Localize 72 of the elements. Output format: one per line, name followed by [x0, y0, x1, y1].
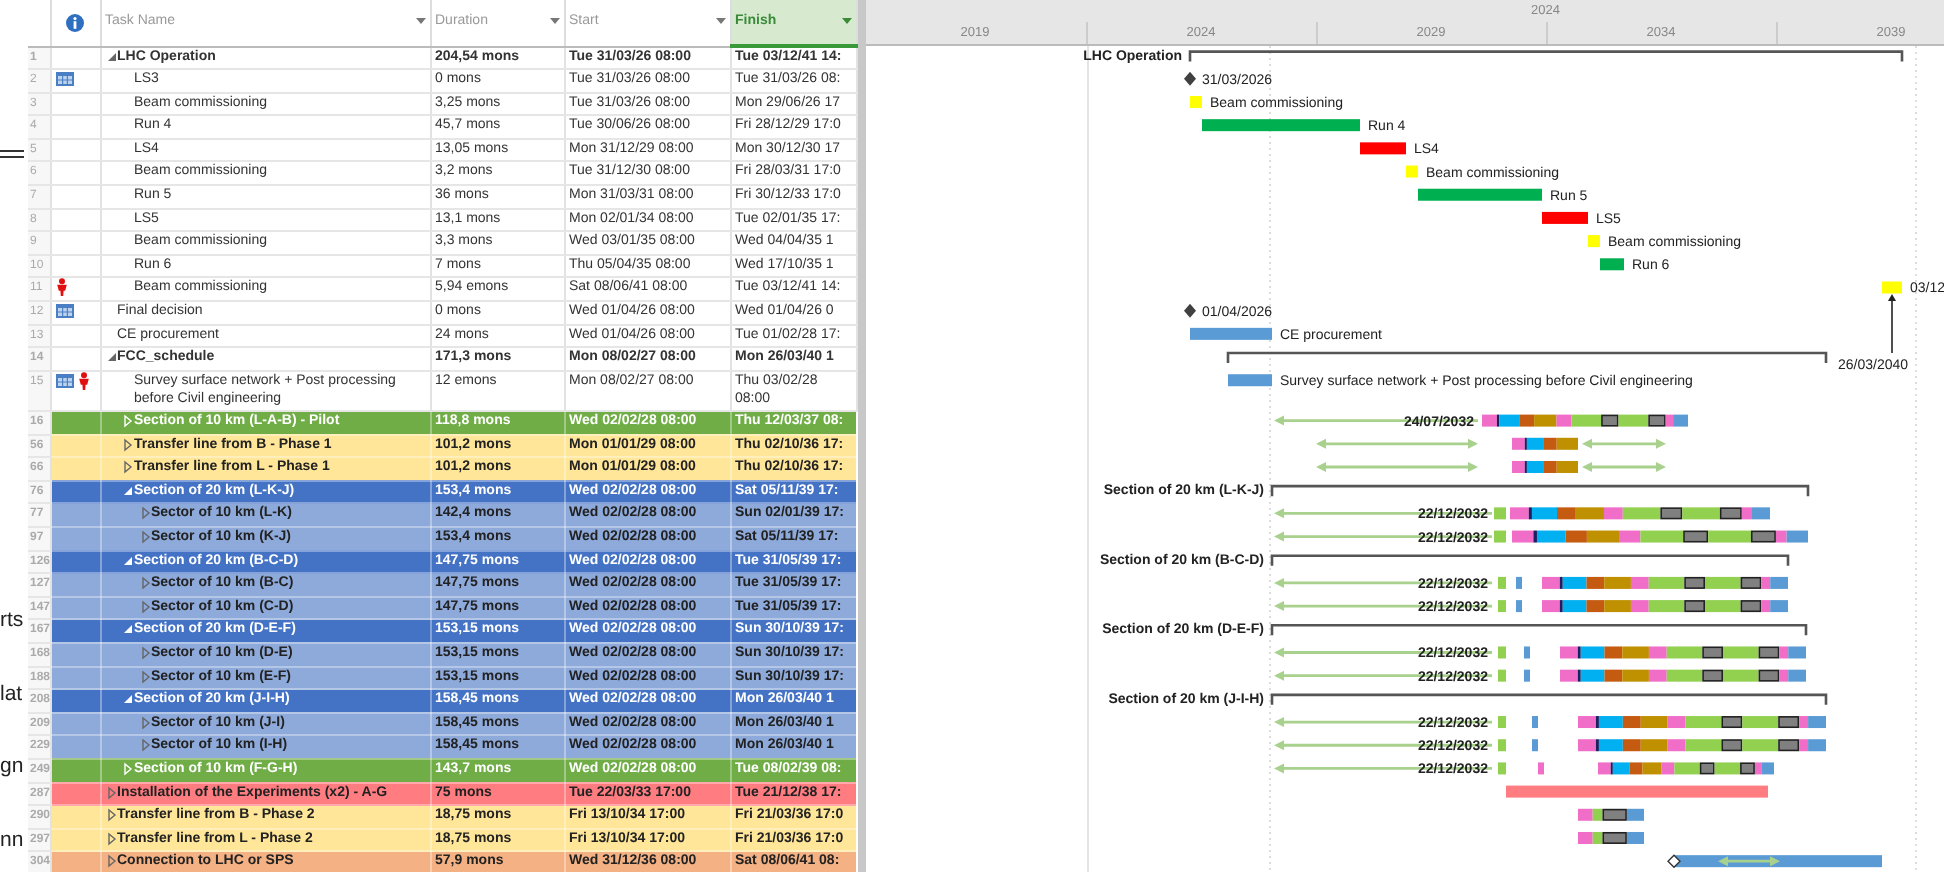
expand-icon[interactable] — [139, 715, 151, 730]
person-icon — [55, 278, 67, 297]
task-bar — [1493, 530, 1505, 543]
task-bar — [1497, 739, 1505, 752]
background-text: rts — [0, 608, 24, 632]
task-bar — [1515, 600, 1521, 613]
arrow-line — [1581, 462, 1665, 472]
task-bar — [1497, 576, 1505, 589]
task-bar — [1537, 762, 1543, 775]
dropdown-caret-icon[interactable] — [841, 18, 851, 26]
task-bar — [1497, 762, 1505, 775]
calendar-icon — [55, 71, 73, 86]
task-bar — [1189, 96, 1201, 108]
task-bar — [1497, 600, 1505, 613]
background-text: lat — [0, 682, 23, 706]
expand-icon[interactable] — [139, 529, 151, 544]
task-bar — [1523, 646, 1529, 659]
arrow-line — [1581, 438, 1665, 449]
task-bar — [1493, 507, 1505, 520]
expand-icon[interactable] — [139, 738, 151, 753]
task-bar — [1497, 716, 1505, 729]
calendar-icon — [55, 373, 73, 388]
milestone-marker — [1183, 71, 1195, 86]
collapse-icon[interactable] — [122, 553, 134, 568]
task-bar — [1511, 461, 1577, 473]
task-bar — [1599, 258, 1623, 271]
expand-icon[interactable] — [122, 437, 134, 452]
dropdown-caret-icon[interactable] — [549, 18, 559, 27]
background-text: nn — [0, 828, 24, 852]
expand-icon[interactable] — [139, 506, 151, 521]
dropdown-caret-icon[interactable] — [415, 18, 425, 27]
task-bar — [1577, 831, 1643, 844]
milestone-marker — [1183, 303, 1195, 318]
task-bar — [1515, 576, 1521, 589]
task-bar — [1359, 142, 1405, 155]
collapse-icon[interactable] — [105, 350, 117, 365]
arrow-line — [1717, 856, 1779, 867]
link-arrow — [1887, 293, 1895, 354]
collapse-icon[interactable] — [122, 622, 134, 637]
task-bar — [1577, 808, 1643, 821]
expand-icon[interactable] — [139, 669, 151, 684]
task-bar — [1541, 211, 1587, 224]
task-bar — [1531, 716, 1537, 729]
double-line-icon — [0, 150, 24, 158]
task-bar — [1511, 437, 1577, 450]
task-bar — [1189, 327, 1271, 340]
task-bar — [1531, 739, 1537, 752]
background-text: gn — [0, 754, 24, 778]
expand-icon[interactable] — [122, 460, 134, 475]
info-icon — [66, 13, 84, 32]
milestone-marker — [1666, 854, 1680, 869]
dropdown-caret-icon[interactable] — [715, 18, 725, 27]
task-bar — [1227, 374, 1271, 387]
expand-icon[interactable] — [139, 599, 151, 614]
task-bar — [1497, 646, 1505, 659]
task-bar — [1405, 165, 1417, 178]
task-bar — [1497, 669, 1505, 682]
expand-icon[interactable] — [105, 808, 117, 823]
collapse-icon[interactable] — [122, 483, 134, 498]
expand-icon[interactable] — [105, 854, 117, 869]
task-bar — [1417, 188, 1541, 201]
expand-icon[interactable] — [139, 576, 151, 591]
collapse-icon[interactable] — [105, 49, 117, 63]
expand-icon[interactable] — [105, 785, 117, 799]
calendar-icon — [55, 303, 73, 318]
task-bar — [1587, 235, 1599, 248]
person-icon — [77, 371, 89, 390]
task-bar — [1881, 281, 1901, 294]
task-bar — [1523, 669, 1529, 682]
expand-icon[interactable] — [105, 831, 117, 846]
expand-icon[interactable] — [139, 645, 151, 660]
collapse-icon[interactable] — [122, 692, 134, 707]
